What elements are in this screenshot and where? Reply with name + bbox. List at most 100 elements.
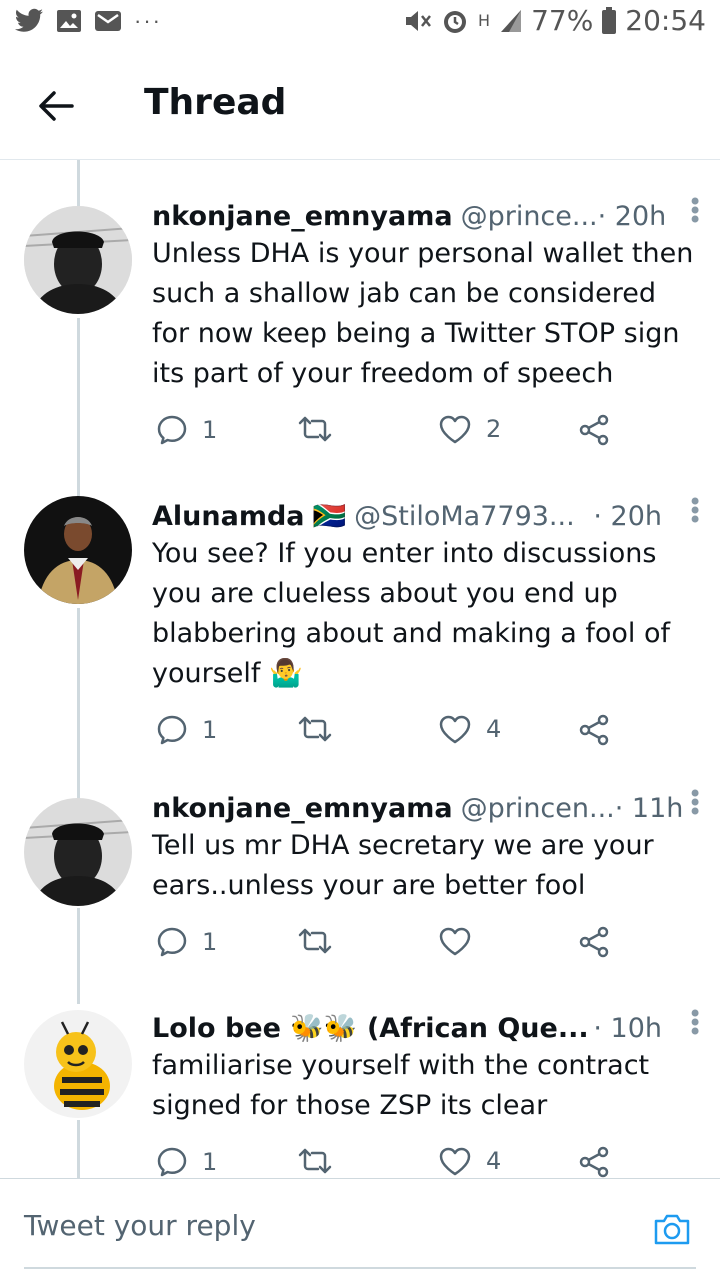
mail-icon [95, 11, 121, 31]
app-header: Thread [0, 50, 720, 160]
tweet-header: Lolo bee 🐝🐝 (African Que... · 10h • • • [152, 1008, 702, 1048]
heart-icon [439, 415, 471, 444]
more-options-icon[interactable]: • • • [688, 782, 702, 824]
tweet-actions: 1 2 [152, 414, 622, 450]
share-icon [579, 414, 609, 446]
retweet-button[interactable] [298, 714, 346, 744]
like-count: 2 [486, 415, 502, 443]
status-bar: ··· H 77% 20:54 [0, 0, 720, 50]
retweet-button[interactable] [298, 414, 346, 444]
retweet-icon [298, 716, 332, 742]
heart-icon [439, 1147, 471, 1176]
input-underline [24, 1267, 696, 1269]
avatar-image [24, 1010, 132, 1118]
share-button[interactable] [578, 926, 610, 958]
reply-icon [157, 415, 187, 445]
like-count: 4 [486, 715, 502, 743]
reply-button[interactable]: 1 [156, 926, 217, 958]
tweet-actions: 1 4 [152, 714, 622, 750]
tweet-time[interactable]: · 10h [593, 1013, 662, 1044]
avatar[interactable] [24, 1010, 132, 1118]
author-handle[interactable]: @StiloMa7793... [354, 501, 575, 532]
reply-input[interactable]: Tweet your reply [24, 1209, 256, 1242]
network-type: H [478, 10, 491, 30]
share-button[interactable] [578, 414, 610, 446]
share-button[interactable] [578, 714, 610, 746]
reply-button[interactable]: 1 [156, 1146, 217, 1178]
tweet-text: Unless DHA is your personal wallet then … [152, 238, 694, 389]
reply-count: 1 [202, 928, 218, 956]
reply-button[interactable]: 1 [156, 714, 217, 746]
author-name[interactable]: nkonjane_emnyama [152, 793, 453, 824]
heart-icon [439, 715, 471, 744]
share-icon [579, 926, 609, 958]
tweet-time[interactable]: · 20h [593, 501, 662, 532]
author-handle[interactable]: @princen... [461, 793, 615, 824]
retweet-button[interactable] [298, 926, 346, 956]
author-name[interactable]: Lolo bee 🐝🐝 (African Que... [152, 1012, 589, 1044]
like-button[interactable]: 4 [438, 1146, 501, 1176]
share-icon [579, 1146, 609, 1178]
author-handle[interactable]: @prince... [461, 201, 598, 232]
tweet-header: nkonjane_emnyama @princen... · 11h • • • [152, 782, 702, 828]
mute-icon [406, 10, 432, 31]
tweet-time[interactable]: · 11h [615, 793, 684, 824]
more-options-icon[interactable]: • • • [688, 490, 702, 532]
back-button[interactable] [36, 86, 76, 126]
page-title: Thread [144, 82, 287, 123]
heart-icon [439, 927, 471, 956]
camera-icon [654, 1214, 690, 1245]
camera-button[interactable] [652, 1209, 692, 1249]
share-button[interactable] [578, 1146, 610, 1178]
more-options-icon[interactable]: • • • [688, 1008, 702, 1044]
reply-icon [157, 715, 187, 745]
back-arrow-icon [39, 91, 74, 121]
gallery-icon [57, 10, 81, 32]
retweet-icon [298, 928, 332, 954]
tweet-header: nkonjane_emnyama @prince... · 20h • • • [152, 190, 702, 236]
avatar-image [24, 496, 132, 604]
reply-icon [157, 1147, 187, 1177]
reply-count: 1 [202, 716, 218, 744]
like-button[interactable] [438, 926, 486, 956]
more-options-icon[interactable]: • • • [688, 190, 702, 232]
battery-icon [602, 6, 617, 34]
like-count: 4 [486, 1147, 502, 1175]
retweet-button[interactable] [298, 1146, 346, 1176]
avatar-image [24, 798, 132, 906]
tweet[interactable]: Lolo bee 🐝🐝 (African Que... · 10h • • • fa… [0, 1008, 720, 1178]
reply-composer: Tweet your reply [0, 1178, 720, 1280]
alarm-icon [444, 10, 467, 33]
twitter-bird-icon [14, 8, 44, 32]
tweet[interactable]: nkonjane_emnyama @princen... · 11h • • • T… [0, 782, 720, 988]
clock: 20:54 [625, 4, 706, 37]
status-indicators: H 77% 20:54 [403, 4, 706, 37]
author-name[interactable]: Alunamda [152, 501, 305, 532]
reply-count: 1 [202, 416, 218, 444]
tweet-header: Alunamda 🇿🇦 @StiloMa7793... · 20h • • • [152, 490, 702, 536]
tweet[interactable]: nkonjane_emnyama @prince... · 20h • • • Un… [0, 190, 720, 486]
tweet-text: familiarise yourself with the contract s… [152, 1050, 650, 1121]
avatar[interactable] [24, 206, 132, 314]
avatar[interactable] [24, 798, 132, 906]
avatar-image [24, 206, 132, 314]
avatar[interactable] [24, 496, 132, 604]
signal-icon [501, 9, 522, 32]
reply-count: 1 [202, 1148, 218, 1176]
tweet[interactable]: Alunamda 🇿🇦 @StiloMa7793... · 20h • • • Yo… [0, 490, 720, 786]
tweet-text: You see? If you enter into discussions y… [152, 538, 670, 689]
retweet-icon [298, 416, 332, 442]
like-button[interactable]: 4 [438, 714, 501, 744]
retweet-icon [298, 1148, 332, 1174]
tweet-text: Tell us mr DHA secretary we are your ear… [152, 830, 654, 901]
tweet-time[interactable]: · 20h [598, 201, 667, 232]
tweet-actions: 1 [152, 926, 622, 962]
share-icon [579, 714, 609, 746]
author-name[interactable]: nkonjane_emnyama [152, 201, 453, 232]
status-notifications: ··· [14, 8, 162, 34]
reply-button[interactable]: 1 [156, 414, 217, 446]
like-button[interactable]: 2 [438, 414, 501, 444]
battery-percent: 77% [531, 4, 594, 37]
reply-icon [157, 927, 187, 957]
more-notifications-icon: ··· [134, 8, 162, 33]
